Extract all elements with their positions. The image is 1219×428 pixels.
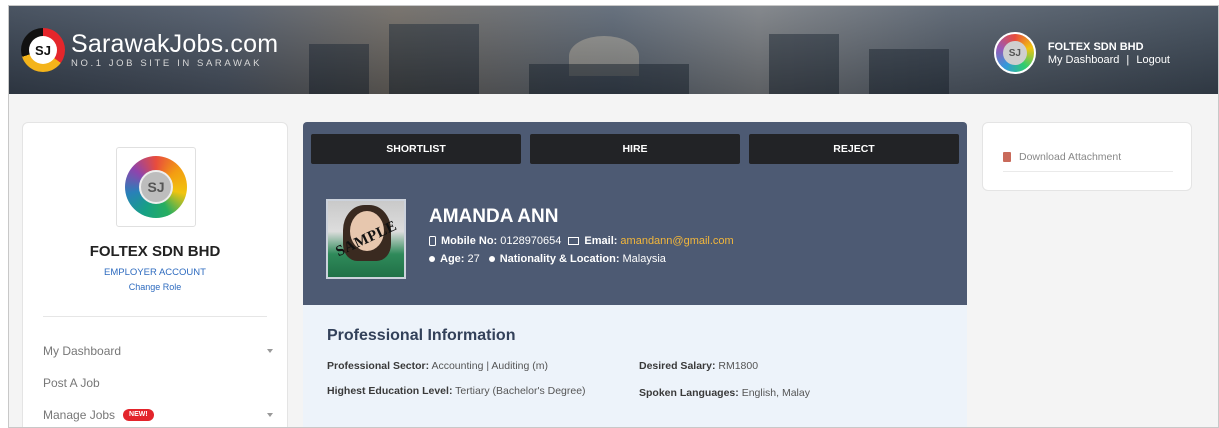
sidebar-card: SJ FOLTEX SDN BHD EMPLOYER ACCOUNT Chang… — [22, 122, 288, 427]
sidebar-item-manage-jobs[interactable]: Manage Jobs NEW! — [43, 399, 273, 427]
nationality-label: Nationality & Location: — [499, 253, 620, 265]
account-company-name: FOLTEX SDN BHD — [1047, 40, 1144, 53]
shortlist-button[interactable]: SHORTLIST — [311, 134, 521, 164]
sidebar-company-name: FOLTEX SDN BHD — [89, 243, 221, 260]
dashboard-link[interactable]: My Dashboard — [1048, 54, 1120, 66]
sidebar-divider — [43, 316, 267, 317]
site-name: SarawakJobs.com — [71, 30, 279, 58]
hire-button[interactable]: HIRE — [530, 134, 740, 164]
logo-text: SarawakJobs.com NO.1 JOB SITE IN SARAWAK — [71, 31, 278, 69]
sidebar-item-label: Manage Jobs — [43, 408, 116, 422]
new-badge: NEW! — [123, 409, 154, 421]
company-avatar-icon[interactable]: SJ — [993, 32, 1036, 74]
company-logo-mark: SJ — [139, 170, 173, 204]
logo-mark-text: SJ — [29, 36, 57, 64]
email-label: Email: — [584, 235, 618, 247]
salary-value: RM1800 — [718, 360, 759, 372]
professional-info-panel: Professional Information Professional Se… — [303, 305, 967, 427]
reject-button[interactable]: REJECT — [749, 134, 959, 164]
mobile-value: 0128970654 — [500, 235, 562, 247]
chevron-down-icon — [267, 349, 273, 353]
logout-link[interactable]: Logout — [1136, 54, 1170, 66]
sector-label: Professional Sector: — [327, 360, 430, 372]
education-level: Highest Education Level: Tertiary (Bache… — [327, 385, 586, 397]
languages-label: Spoken Languages: — [639, 387, 739, 399]
logo-mark-icon: SJ — [21, 28, 65, 72]
professional-sector: Professional Sector: Accounting | Auditi… — [327, 360, 548, 372]
chevron-down-icon — [267, 413, 273, 417]
change-role-link[interactable]: Change Role — [23, 282, 287, 292]
sidebar-company-logo: SJ — [116, 147, 196, 227]
file-icon — [1003, 152, 1011, 162]
education-label: Highest Education Level: — [327, 385, 453, 397]
desired-salary: Desired Salary: RM1800 — [639, 360, 758, 372]
candidate-header-panel: SHORTLIST HIRE REJECT SAMPLE AMANDA ANN … — [303, 122, 967, 305]
attachment-divider — [1003, 171, 1173, 172]
account-info: FOLTEX SDN BHD My Dashboard | Logout — [1048, 41, 1170, 66]
account-type: EMPLOYER ACCOUNT — [104, 267, 206, 278]
attachments-card: Download Attachment — [982, 122, 1192, 191]
sidebar-item-label: Post A Job — [43, 376, 100, 390]
download-attachment-label: Download Attachment — [1019, 151, 1122, 163]
header-banner: SJ SarawakJobs.com NO.1 JOB SITE IN SARA… — [9, 6, 1218, 94]
candidate-contact: Mobile No: 0128970654 Email: amandann@gm… — [429, 235, 734, 247]
section-title: Professional Information — [327, 327, 516, 344]
sidebar-item-label-wrap: Manage Jobs NEW! — [43, 408, 154, 422]
languages-value: English, Malay — [741, 387, 810, 399]
browser-viewport: SJ SarawakJobs.com NO.1 JOB SITE IN SARA… — [8, 5, 1219, 428]
mail-icon — [568, 237, 580, 245]
candidate-photo: SAMPLE — [326, 199, 406, 279]
salary-label: Desired Salary: — [639, 360, 716, 372]
sidebar-menu: My Dashboard Post A Job Manage Jobs NEW! — [43, 335, 273, 427]
download-attachment-link[interactable]: Download Attachment — [1003, 151, 1121, 163]
nationality-value: Malaysia — [622, 253, 666, 265]
candidate-name: AMANDA ANN — [429, 206, 559, 227]
bullet-icon — [488, 256, 495, 262]
education-value: Tertiary (Bachelor's Degree) — [455, 385, 586, 397]
email-link[interactable]: amandann@gmail.com — [620, 235, 733, 247]
age-label: Age: — [440, 253, 465, 265]
company-logo-icon: SJ — [125, 156, 187, 218]
site-tagline: NO.1 JOB SITE IN SARAWAK — [71, 58, 263, 69]
bullet-icon — [429, 256, 435, 262]
account-links: My Dashboard | Logout — [1048, 54, 1170, 66]
mobile-label: Mobile No: — [441, 235, 498, 247]
avatar-mark-text: SJ — [1002, 41, 1027, 65]
sidebar-item-label: My Dashboard — [43, 344, 122, 358]
sector-value: Accounting | Auditing (m) — [431, 360, 549, 372]
site-logo[interactable]: SJ SarawakJobs.com NO.1 JOB SITE IN SARA… — [21, 28, 278, 72]
age-value: 27 — [467, 253, 480, 265]
candidate-details: Age: 27 Nationality & Location: Malaysia — [429, 253, 666, 265]
link-separator: | — [1126, 53, 1130, 66]
sidebar-item-my-dashboard[interactable]: My Dashboard — [43, 335, 273, 367]
spoken-languages: Spoken Languages: English, Malay — [639, 387, 810, 399]
mobile-icon — [429, 236, 436, 246]
account-area: SJ FOLTEX SDN BHD My Dashboard | Logout — [993, 32, 1170, 74]
sidebar-item-post-a-job[interactable]: Post A Job — [43, 367, 273, 399]
